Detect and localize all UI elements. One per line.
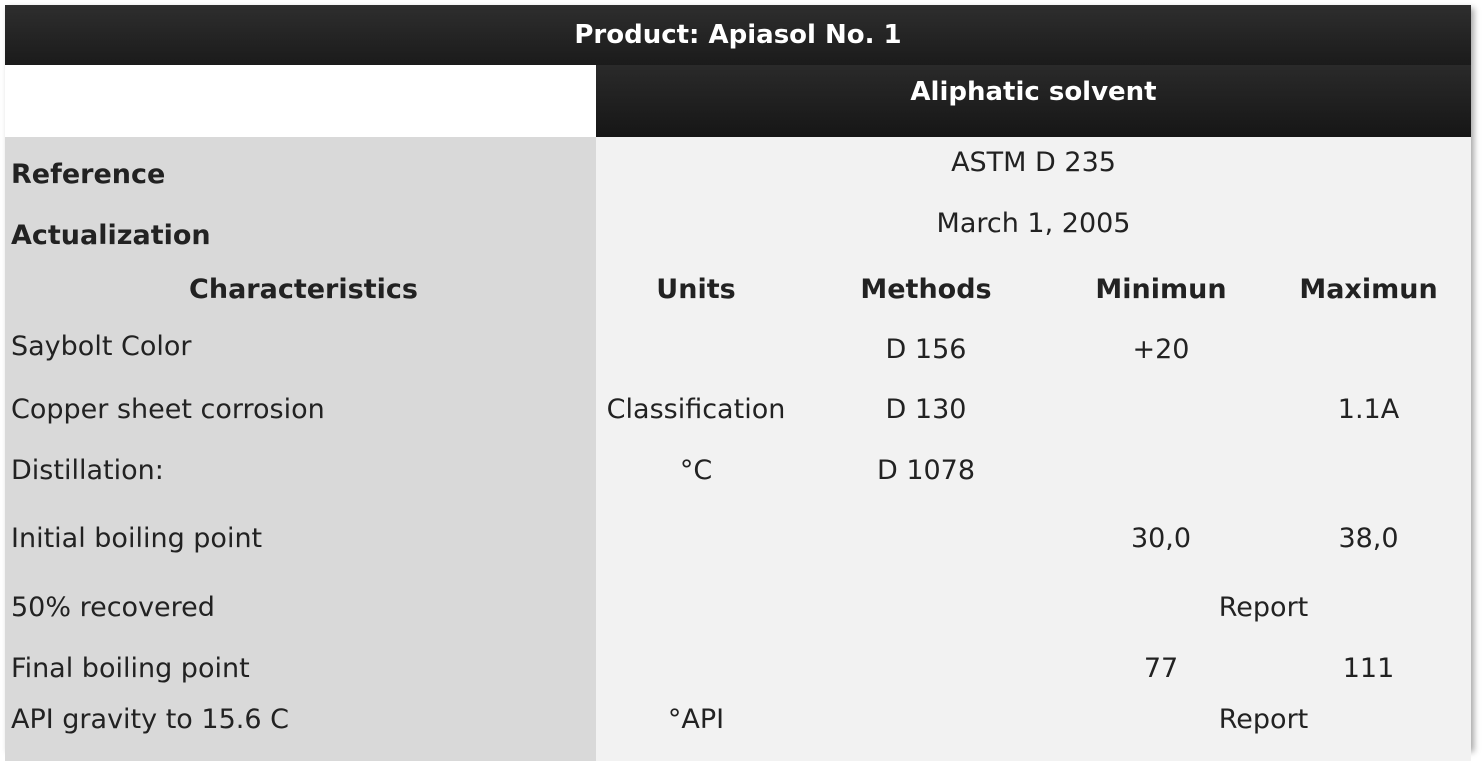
minimum-cell bbox=[1056, 440, 1266, 501]
characteristic-name: Copper sheet corrosion bbox=[5, 379, 596, 440]
method-cell: D 130 bbox=[796, 379, 1056, 440]
maximum-cell: 38,0 bbox=[1266, 501, 1472, 576]
characteristic-name: Saybolt Color bbox=[5, 319, 596, 379]
units-cell bbox=[596, 638, 796, 698]
grade-label: Grade bbox=[11, 95, 99, 125]
report-cell: Report bbox=[1056, 576, 1472, 638]
methods-header: Methods bbox=[796, 259, 1056, 319]
method-cell bbox=[796, 698, 1056, 761]
units-cell bbox=[596, 319, 796, 379]
minimum-cell: +20 bbox=[1056, 319, 1266, 379]
units-header: Units bbox=[596, 259, 796, 319]
method-cell: D 1078 bbox=[796, 440, 1056, 501]
method-cell bbox=[796, 576, 1056, 638]
table-row: API gravity to 15.6 C °API Report bbox=[5, 698, 1472, 761]
maximum-cell bbox=[1266, 319, 1472, 379]
maximum-cell: 1.1A bbox=[1266, 379, 1472, 440]
maximum-header: Maximun bbox=[1266, 259, 1472, 319]
method-cell bbox=[796, 501, 1056, 576]
units-cell: °C bbox=[596, 440, 796, 501]
characteristic-name: Initial boiling point bbox=[5, 501, 596, 576]
minimum-cell: 77 bbox=[1056, 638, 1266, 698]
method-cell: D 156 bbox=[796, 319, 1056, 379]
reference-label: Reference bbox=[5, 137, 596, 198]
reference-value: ASTM D 235 bbox=[596, 137, 1472, 198]
units-cell: °API bbox=[596, 698, 796, 761]
table-row: Final boiling point 77 111 bbox=[5, 638, 1472, 698]
minimum-cell bbox=[1056, 379, 1266, 440]
actualization-label: Actualization bbox=[5, 198, 596, 259]
table-row: Saybolt Color D 156 +20 bbox=[5, 319, 1472, 379]
table-row: Distillation: °C D 1078 bbox=[5, 440, 1472, 501]
units-cell bbox=[596, 501, 796, 576]
table-row: Copper sheet corrosion Classification D … bbox=[5, 379, 1472, 440]
characteristic-name: Final boiling point bbox=[5, 638, 596, 698]
maximum-cell: 111 bbox=[1266, 638, 1472, 698]
table-row: Initial boiling point 30,0 38,0 bbox=[5, 501, 1472, 576]
units-cell: Classification bbox=[596, 379, 796, 440]
reference-row: Reference ASTM D 235 bbox=[5, 137, 1472, 198]
characteristics-header: Characteristics bbox=[5, 259, 596, 319]
actualization-row: Actualization March 1, 2005 bbox=[5, 198, 1472, 259]
grade-value: Aliphatic solvent bbox=[596, 65, 1472, 137]
maximum-cell bbox=[1266, 440, 1472, 501]
actualization-value: March 1, 2005 bbox=[596, 198, 1472, 259]
minimum-cell: 30,0 bbox=[1056, 501, 1266, 576]
column-header-row: Characteristics Units Methods Minimun Ma… bbox=[5, 259, 1472, 319]
method-cell bbox=[796, 638, 1056, 698]
minimum-header: Minimun bbox=[1056, 259, 1266, 319]
title-row: Product: Apiasol No. 1 bbox=[5, 5, 1472, 65]
characteristic-name: Distillation: bbox=[5, 440, 596, 501]
product-title: Product: Apiasol No. 1 bbox=[5, 5, 1472, 65]
units-cell bbox=[596, 576, 796, 638]
table-row: 50% recovered Report bbox=[5, 576, 1472, 638]
grade-row: Grade Aliphatic solvent bbox=[5, 65, 1472, 137]
report-cell: Report bbox=[1056, 698, 1472, 761]
product-spec-table: Product: Apiasol No. 1 Grade Aliphatic s… bbox=[5, 5, 1472, 761]
characteristic-name: 50% recovered bbox=[5, 576, 596, 638]
characteristic-name: API gravity to 15.6 C bbox=[5, 698, 596, 761]
